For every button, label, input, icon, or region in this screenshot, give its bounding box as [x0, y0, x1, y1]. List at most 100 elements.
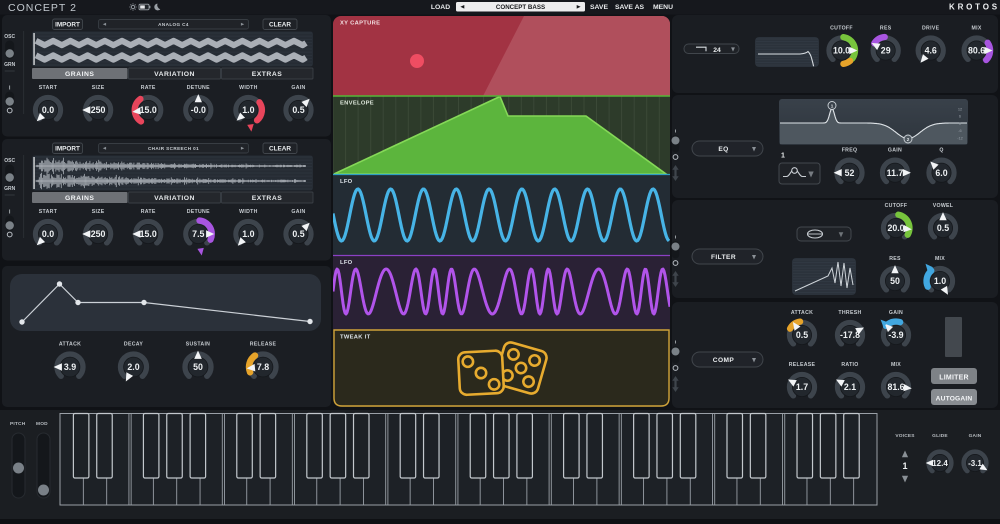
- svg-text:ATTACK: ATTACK: [791, 310, 813, 316]
- svg-text:0.5: 0.5: [292, 229, 304, 239]
- svg-text:START: START: [39, 209, 58, 215]
- svg-text:COMP: COMP: [713, 357, 735, 364]
- svg-text:RES: RES: [889, 256, 901, 262]
- svg-text:CUTOFF: CUTOFF: [830, 25, 853, 31]
- svg-text:1.0: 1.0: [934, 276, 946, 286]
- svg-text:CLEAR: CLEAR: [269, 146, 291, 153]
- svg-text:GRN: GRN: [4, 62, 16, 68]
- svg-text:12.4: 12.4: [932, 459, 948, 468]
- svg-text:SUSTAIN: SUSTAIN: [186, 341, 210, 347]
- svg-text:24: 24: [713, 47, 721, 54]
- svg-text:0.5: 0.5: [937, 223, 949, 233]
- svg-text:DRIVE: DRIVE: [922, 25, 940, 31]
- svg-text:7.8: 7.8: [257, 362, 269, 372]
- svg-text:GAIN: GAIN: [888, 148, 902, 154]
- svg-text:0.5: 0.5: [292, 105, 304, 115]
- svg-text:1: 1: [831, 103, 834, 108]
- svg-text:XY CAPTURE: XY CAPTURE: [340, 21, 380, 27]
- svg-text:1.0: 1.0: [242, 105, 254, 115]
- svg-text:MIX: MIX: [891, 362, 901, 368]
- svg-text:RATIO: RATIO: [841, 362, 858, 368]
- svg-text:ANALOG C4: ANALOG C4: [158, 22, 189, 27]
- svg-text:EQ: EQ: [718, 146, 728, 153]
- svg-text:2.1: 2.1: [844, 382, 856, 392]
- svg-text:LOAD: LOAD: [431, 4, 450, 11]
- svg-text:GRAINS: GRAINS: [65, 195, 94, 202]
- svg-text:AUTOGAIN: AUTOGAIN: [936, 396, 973, 403]
- svg-text:12: 12: [958, 106, 962, 111]
- svg-text:MENU: MENU: [653, 4, 673, 11]
- svg-text:MIX: MIX: [935, 256, 945, 262]
- svg-text:DECAY: DECAY: [124, 341, 143, 347]
- svg-text:15.0: 15.0: [140, 229, 157, 239]
- svg-text:0.0: 0.0: [42, 105, 54, 115]
- svg-text:CONCEPT 2: CONCEPT 2: [8, 2, 77, 14]
- svg-text:1.0: 1.0: [242, 229, 254, 239]
- svg-text:50: 50: [890, 276, 900, 286]
- svg-text:WIDTH: WIDTH: [239, 85, 258, 91]
- svg-text:-3.9: -3.9: [888, 330, 903, 340]
- svg-text:-12: -12: [957, 135, 963, 140]
- svg-text:START: START: [39, 85, 58, 91]
- svg-text:WIDTH: WIDTH: [239, 209, 258, 215]
- svg-text:4.6: 4.6: [925, 46, 937, 56]
- svg-text:RATE: RATE: [141, 85, 156, 91]
- svg-text:6.0: 6.0: [935, 168, 947, 178]
- svg-text:250: 250: [91, 105, 106, 115]
- svg-text:RELEASE: RELEASE: [789, 362, 816, 368]
- svg-text:KROTOS: KROTOS: [949, 3, 1000, 12]
- svg-text:SIZE: SIZE: [92, 209, 105, 215]
- svg-text:RELEASE: RELEASE: [250, 341, 277, 347]
- svg-text:1: 1: [781, 153, 785, 160]
- svg-text:OSC: OSC: [4, 34, 15, 40]
- svg-text:GAIN: GAIN: [889, 310, 903, 316]
- svg-text:Q: Q: [939, 148, 943, 154]
- svg-text:ATTACK: ATTACK: [59, 341, 81, 347]
- svg-text:SIZE: SIZE: [92, 85, 105, 91]
- svg-text:DETUNE: DETUNE: [187, 209, 210, 215]
- svg-text:CLEAR: CLEAR: [269, 22, 291, 29]
- svg-text:FILTER: FILTER: [711, 254, 736, 261]
- svg-text:6: 6: [959, 114, 961, 119]
- svg-text:0.0: 0.0: [42, 229, 54, 239]
- svg-text:EXTRAS: EXTRAS: [252, 195, 283, 202]
- svg-text:SAVE: SAVE: [590, 4, 608, 11]
- svg-text:10.0: 10.0: [833, 46, 850, 56]
- svg-text:CONCEPT BASS: CONCEPT BASS: [496, 4, 545, 11]
- svg-text:CHAIR SCREECH 01: CHAIR SCREECH 01: [148, 146, 199, 151]
- svg-text:50: 50: [193, 362, 203, 372]
- svg-text:20.0: 20.0: [887, 223, 904, 233]
- svg-text:1: 1: [902, 461, 907, 471]
- svg-text:VOWEL: VOWEL: [933, 203, 954, 209]
- svg-text:FREQ: FREQ: [842, 148, 858, 154]
- svg-text:DETUNE: DETUNE: [187, 85, 210, 91]
- svg-text:29: 29: [881, 46, 891, 56]
- svg-text:80.6: 80.6: [968, 46, 985, 56]
- svg-text:VARIATION: VARIATION: [154, 195, 195, 202]
- svg-text:GAIN: GAIN: [291, 85, 305, 91]
- svg-text:THRESH: THRESH: [838, 310, 861, 316]
- svg-text:VARIATION: VARIATION: [154, 71, 195, 78]
- svg-text:ENVELOPE: ENVELOPE: [340, 101, 374, 107]
- svg-text:PITCH: PITCH: [10, 421, 26, 427]
- svg-text:81.6: 81.6: [887, 382, 904, 392]
- svg-text:-3.1: -3.1: [968, 459, 982, 468]
- svg-text:GLIDE: GLIDE: [932, 433, 948, 439]
- svg-text:2.0: 2.0: [127, 362, 139, 372]
- svg-text:0.5: 0.5: [796, 330, 808, 340]
- svg-text:GAIN: GAIN: [291, 209, 305, 215]
- svg-text:EXTRAS: EXTRAS: [252, 71, 283, 78]
- svg-text:250: 250: [91, 229, 106, 239]
- svg-text:IMPORT: IMPORT: [55, 22, 80, 29]
- svg-text:GRAINS: GRAINS: [65, 71, 94, 78]
- svg-text:11.7: 11.7: [887, 168, 904, 178]
- svg-text:1.7: 1.7: [796, 382, 808, 392]
- svg-text:LFO: LFO: [340, 260, 353, 266]
- svg-text:TWEAK IT: TWEAK IT: [340, 335, 371, 341]
- svg-text:MOD: MOD: [36, 421, 48, 427]
- svg-text:GAIN: GAIN: [969, 433, 982, 439]
- svg-text:-6: -6: [958, 128, 961, 133]
- svg-text:2: 2: [907, 137, 910, 142]
- svg-text:MIX: MIX: [972, 25, 982, 31]
- svg-text:LFO: LFO: [340, 179, 353, 185]
